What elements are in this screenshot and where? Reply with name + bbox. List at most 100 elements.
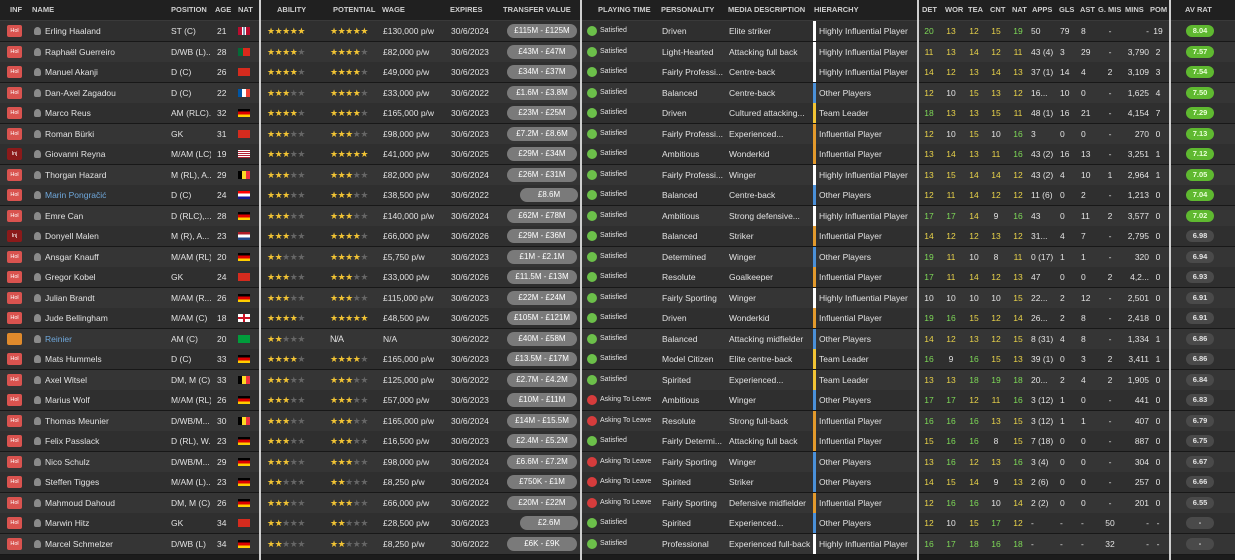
transfer-value-pill[interactable]: £22M - £24M (507, 290, 577, 305)
status-badge[interactable]: Inj (7, 148, 22, 160)
transfer-value-pill[interactable]: £6K - £9K (507, 536, 577, 551)
header-media[interactable]: MEDIA DESCRIPTION (728, 0, 805, 20)
header-nat[interactable]: NAT (238, 0, 253, 20)
header-pom[interactable]: POM (1150, 0, 1167, 20)
transfer-value-pill[interactable]: £8.6M (520, 188, 578, 202)
player-name[interactable]: Erling Haaland (45, 21, 163, 41)
status-badge[interactable]: Hol (7, 168, 22, 181)
transfer-value-pill[interactable]: £11.5M - £13M (507, 270, 577, 284)
status-badge[interactable]: Hol (7, 271, 22, 283)
player-name[interactable]: Emre Can (45, 206, 163, 226)
transfer-value-pill[interactable]: £13.5M - £17M (507, 352, 577, 366)
table-row[interactable]: Hol Marco Reus AM (RLC)... 32 ★★★★★ ★★★★★ £165… (0, 103, 1235, 124)
player-name[interactable]: Felix Passlack (45, 431, 163, 451)
table-row[interactable]: Hol Dan-Axel Zagadou D (C) 22 ★★★★★ ★★★★★ £33,… (0, 82, 1235, 104)
table-row[interactable]: Inj Donyell Malen M (R), A... 23 ★★★★★ ★★★★★ £… (0, 226, 1235, 247)
player-name[interactable]: Axel Witsel (45, 370, 163, 390)
status-badge[interactable]: Hol (7, 25, 22, 37)
status-badge[interactable]: Hol (7, 250, 22, 263)
table-row[interactable]: Hol Mahmoud Dahoud DM, M (C) 26 ★★★★★ ★★★★★ £6… (0, 492, 1235, 514)
transfer-value-pill[interactable]: £750K - £1M (507, 475, 577, 489)
table-row[interactable]: Inj Giovanni Reyna M/AM (LC) 19 ★★★★★ ★★★★★ £4… (0, 144, 1235, 165)
player-name[interactable]: Roman Bürki (45, 124, 163, 144)
table-row[interactable]: Hol Jude Bellingham M/AM (C) 18 ★★★★★ ★★★★★ £4… (0, 308, 1235, 329)
player-name[interactable]: Giovanni Reyna (45, 144, 163, 164)
table-row[interactable]: Hol Nico Schulz D/WB/M... 29 ★★★★★ ★★★★★ £98,0… (0, 451, 1235, 473)
transfer-value-pill[interactable]: £2.6M (520, 516, 578, 530)
status-badge[interactable] (7, 332, 22, 345)
header-potential[interactable]: POTENTIAL (333, 0, 376, 20)
player-name[interactable]: Ansgar Knauff (45, 247, 163, 267)
header-gls[interactable]: GLS (1059, 0, 1074, 20)
status-badge[interactable]: Hol (7, 517, 22, 529)
player-name[interactable]: Thorgan Hazard (45, 165, 163, 185)
table-row[interactable]: Hol Felix Passlack D (RL), W... 23 ★★★★★ ★★★★… (0, 431, 1235, 452)
transfer-value-pill[interactable]: £1.6M - £3.8M (507, 85, 577, 100)
transfer-value-pill[interactable]: £2.7M - £4.2M (507, 372, 577, 387)
table-row[interactable]: Hol Marwin Hitz GK 34 ★★★★★ ★★★★★ £28,500 p/w 3… (0, 513, 1235, 534)
header-apps[interactable]: APPS (1032, 0, 1052, 20)
transfer-value-pill[interactable]: £20M - £22M (507, 495, 577, 510)
player-name[interactable]: Raphaël Guerreiro (45, 42, 163, 62)
table-row[interactable]: Hol Erling Haaland ST (C) 21 ★★★★★ ★★★★★ £130,… (0, 21, 1235, 42)
transfer-value-pill[interactable]: £2.4M - £5.2M (507, 434, 577, 448)
player-name[interactable]: Marwin Hitz (45, 513, 163, 533)
table-row[interactable]: Hol Gregor Kobel GK 24 ★★★★★ ★★★★★ £33,000 p/w… (0, 267, 1235, 288)
player-name[interactable]: Jude Bellingham (45, 308, 163, 328)
transfer-value-pill[interactable]: £10M - £11M (507, 393, 577, 407)
table-row[interactable]: Reinier AM (C) 20 ★★★★★ N/A N/A 30/6/2022 £40M … (0, 328, 1235, 350)
table-row[interactable]: Hol Raphaël Guerreiro D/WB (L)... 28 ★★★★★ ★★… (0, 41, 1235, 63)
status-badge[interactable]: Hol (7, 496, 22, 509)
header-wage[interactable]: WAGE (382, 0, 405, 20)
status-badge[interactable]: Hol (7, 394, 22, 406)
header-wor[interactable]: WOR (945, 0, 963, 20)
status-badge[interactable]: Hol (7, 476, 22, 488)
status-badge[interactable]: Hol (7, 209, 22, 222)
player-name[interactable]: Donyell Malen (45, 226, 163, 246)
player-name[interactable]: Marco Reus (45, 103, 163, 123)
transfer-value-pill[interactable]: £7.2M - £8.6M (507, 126, 577, 141)
player-name[interactable]: Steffen Tigges (45, 472, 163, 492)
status-badge[interactable]: Hol (7, 291, 22, 304)
header-det[interactable]: DET (922, 0, 937, 20)
player-name[interactable]: Marcel Schmelzer (45, 534, 163, 554)
status-badge[interactable]: Hol (7, 66, 22, 78)
status-badge[interactable]: Hol (7, 312, 22, 324)
header-name[interactable]: NAME (32, 0, 54, 20)
transfer-value-pill[interactable]: £43M - £47M (507, 44, 577, 59)
header-tea[interactable]: TEA (968, 0, 983, 20)
header-inf[interactable]: INF (10, 0, 22, 20)
transfer-value-pill[interactable]: £105M - £121M (507, 311, 577, 325)
status-badge[interactable]: Hol (7, 455, 22, 468)
table-row[interactable]: Hol Mats Hummels D (C) 33 ★★★★★ ★★★★★ £165,000… (0, 349, 1235, 370)
player-name[interactable]: Marius Wolf (45, 390, 163, 410)
table-row[interactable]: Hol Axel Witsel DM, M (C) 33 ★★★★★ ★★★★★ £125,… (0, 369, 1235, 391)
header-transfer-value[interactable]: TRANSFER VALUE (503, 0, 571, 20)
table-row[interactable]: Hol Thomas Meunier D/WB/M... 30 ★★★★★ ★★★★★ £1… (0, 410, 1235, 432)
transfer-value-pill[interactable]: £40M - £58M (507, 331, 577, 346)
status-badge[interactable]: Hol (7, 127, 22, 140)
status-badge[interactable]: Hol (7, 537, 22, 550)
header-expires[interactable]: EXPIRES (450, 0, 483, 20)
table-row[interactable]: Hol Roman Bürki GK 31 ★★★★★ ★★★★★ £98,000 p/w 3… (0, 123, 1235, 145)
header-cnt[interactable]: CNT (990, 0, 1005, 20)
transfer-value-pill[interactable]: £29M - £36M (507, 229, 577, 243)
table-row[interactable]: Hol Ansgar Knauff M/AM (RL) 20 ★★★★★ ★★★★★ £5,… (0, 246, 1235, 268)
transfer-value-pill[interactable]: £23M - £25M (507, 106, 577, 120)
player-name[interactable]: Gregor Kobel (45, 267, 163, 287)
player-name[interactable]: Mahmoud Dahoud (45, 493, 163, 513)
status-badge[interactable]: Hol (7, 189, 22, 201)
header-ability[interactable]: ABILITY (277, 0, 306, 20)
status-badge[interactable]: Hol (7, 45, 22, 58)
header-playing-time[interactable]: PLAYING TIME (598, 0, 651, 20)
status-badge[interactable]: Hol (7, 107, 22, 119)
header-personality[interactable]: PERSONALITY (661, 0, 714, 20)
header-age[interactable]: AGE (215, 0, 231, 20)
transfer-value-pill[interactable]: £115M - £125M (507, 24, 577, 38)
player-name[interactable]: Julian Brandt (45, 288, 163, 308)
transfer-value-pill[interactable]: £34M - £37M (507, 65, 577, 79)
player-name[interactable]: Nico Schulz (45, 452, 163, 472)
transfer-value-pill[interactable]: £1M - £2.1M (507, 249, 577, 264)
header-hierarchy[interactable]: HIERARCHY (814, 0, 859, 20)
player-name[interactable]: Mats Hummels (45, 349, 163, 369)
